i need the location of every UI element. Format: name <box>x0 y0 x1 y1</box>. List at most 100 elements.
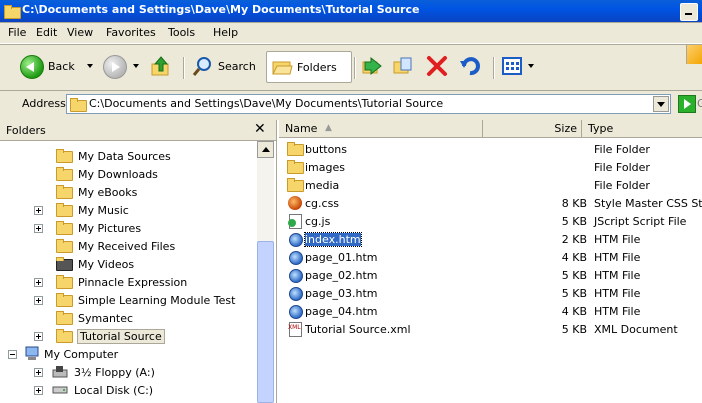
file-size: 4 KB <box>561 251 587 264</box>
folder-icon <box>56 238 73 253</box>
column-header-type[interactable]: Type <box>582 120 702 138</box>
file-type: File Folder <box>594 143 650 156</box>
copy-to-button[interactable] <box>392 55 416 79</box>
folders-button[interactable]: Folders <box>266 51 352 83</box>
htm-file-icon <box>287 303 303 319</box>
address-bar: Address C:\Documents and Settings\Dave\M… <box>0 90 702 117</box>
column-size-label: Size <box>554 122 577 135</box>
file-row[interactable]: images File Folder <box>277 158 702 176</box>
file-size: 5 KB <box>561 215 587 228</box>
expand-icon[interactable] <box>34 296 43 305</box>
chevron-down-icon[interactable] <box>133 64 139 68</box>
scrollbar-thumb[interactable] <box>257 241 274 403</box>
file-name: images <box>305 161 345 174</box>
menu-view[interactable]: View <box>67 26 93 39</box>
window-title: C:\Documents and Settings\Dave\My Docume… <box>22 3 420 16</box>
chevron-down-icon[interactable] <box>528 64 534 68</box>
file-row[interactable]: Tutorial Source.xml 5 KB XML Document <box>277 320 702 338</box>
file-row[interactable]: media File Folder <box>277 176 702 194</box>
folder-icon <box>56 292 73 307</box>
file-name: buttons <box>305 143 348 156</box>
tree-item-label: 3½ Floppy (A:) <box>74 366 155 379</box>
css-file-icon <box>287 195 303 210</box>
hard-drive-icon <box>52 382 68 397</box>
tree-item-label: Pinnacle Expression <box>78 276 188 289</box>
folder-icon <box>287 141 304 156</box>
htm-file-icon <box>287 249 303 265</box>
file-row[interactable]: page_03.htm 5 KB HTM File <box>277 284 702 302</box>
pictures-folder-icon <box>56 220 73 235</box>
file-row[interactable]: cg.css 8 KB Style Master CSS St... <box>277 194 702 212</box>
file-row[interactable]: page_02.htm 5 KB HTM File <box>277 266 702 284</box>
file-name: page_01.htm <box>305 251 378 264</box>
back-arrow-icon <box>20 55 44 79</box>
menu-favorites[interactable]: Favorites <box>106 26 156 39</box>
file-row[interactable]: page_04.htm 4 KB HTM File <box>277 302 702 320</box>
expand-icon[interactable] <box>34 224 43 233</box>
tree-item-label: My Computer <box>44 348 119 361</box>
standard-toolbar: Back Search Folders <box>0 44 702 89</box>
file-name: cg.js <box>305 215 331 228</box>
folder-icon <box>56 310 73 325</box>
file-name: page_02.htm <box>305 269 378 282</box>
menu-help[interactable]: Help <box>213 26 238 39</box>
folders-label: Folders <box>297 61 337 74</box>
back-button[interactable]: Back <box>20 55 93 79</box>
undo-button[interactable] <box>459 55 483 79</box>
copy-to-icon <box>393 57 412 74</box>
expand-icon[interactable] <box>34 386 43 395</box>
file-row[interactable]: cg.js 5 KB JScript Script File <box>277 212 702 230</box>
folders-icon <box>272 61 293 75</box>
menu-file[interactable]: File <box>8 26 26 39</box>
file-row[interactable]: buttons File Folder <box>277 140 702 158</box>
folders-pane-header: Folders ✕ <box>0 120 276 141</box>
move-to-icon <box>362 56 382 76</box>
up-folder-icon <box>151 56 169 76</box>
file-row[interactable]: page_01.htm 4 KB HTM File <box>277 248 702 266</box>
close-icon[interactable]: ✕ <box>254 121 266 137</box>
scroll-up-button[interactable] <box>257 141 274 158</box>
go-button[interactable] <box>678 95 696 113</box>
folders-scrollbar[interactable] <box>257 141 274 403</box>
file-name: page_03.htm <box>305 287 378 300</box>
chevron-down-icon[interactable] <box>87 64 93 68</box>
folders-pane: Folders ✕ My Data Sources My Downloads M… <box>0 120 277 403</box>
search-icon <box>192 57 211 76</box>
column-type-label: Type <box>588 122 614 135</box>
title-bar[interactable]: C:\Documents and Settings\Dave\My Docume… <box>0 0 702 22</box>
column-header-size[interactable]: Size <box>483 120 582 138</box>
address-dropdown-button[interactable] <box>653 96 669 112</box>
tree-item-label: My Downloads <box>78 168 158 181</box>
minimize-button[interactable] <box>680 3 698 21</box>
expand-icon[interactable] <box>34 332 43 341</box>
computer-icon <box>24 346 40 361</box>
file-type: HTM File <box>594 251 641 264</box>
search-button[interactable]: Search <box>192 55 260 79</box>
collapse-icon[interactable] <box>8 350 17 359</box>
file-size: 5 KB <box>561 269 587 282</box>
address-input[interactable]: C:\Documents and Settings\Dave\My Docume… <box>66 94 671 114</box>
column-header-name[interactable]: Name ▲ <box>279 120 483 138</box>
expand-icon[interactable] <box>34 368 43 377</box>
forward-button[interactable] <box>103 55 143 79</box>
xml-file-icon <box>287 321 303 337</box>
htm-file-icon <box>287 231 303 247</box>
expand-icon[interactable] <box>34 278 43 287</box>
expand-icon[interactable] <box>34 206 43 215</box>
file-name: index.htm <box>304 232 362 247</box>
menu-tools[interactable]: Tools <box>168 26 195 39</box>
column-name-label: Name <box>285 122 318 135</box>
up-folder-button[interactable] <box>150 55 174 79</box>
toolbar-separator <box>493 57 495 79</box>
move-to-button[interactable] <box>361 55 385 79</box>
videos-folder-icon <box>56 256 73 271</box>
open-folder-icon <box>56 328 73 343</box>
tree-item-label: My Videos <box>78 258 135 271</box>
delete-button[interactable] <box>426 55 448 79</box>
views-button[interactable] <box>501 55 539 79</box>
menu-edit[interactable]: Edit <box>36 26 57 39</box>
file-row-selected[interactable]: index.htm 2 KB HTM File <box>277 230 702 248</box>
floppy-drive-icon <box>52 364 68 379</box>
tree-item-label: Local Disk (C:) <box>74 384 154 397</box>
folder-icon <box>70 97 87 112</box>
